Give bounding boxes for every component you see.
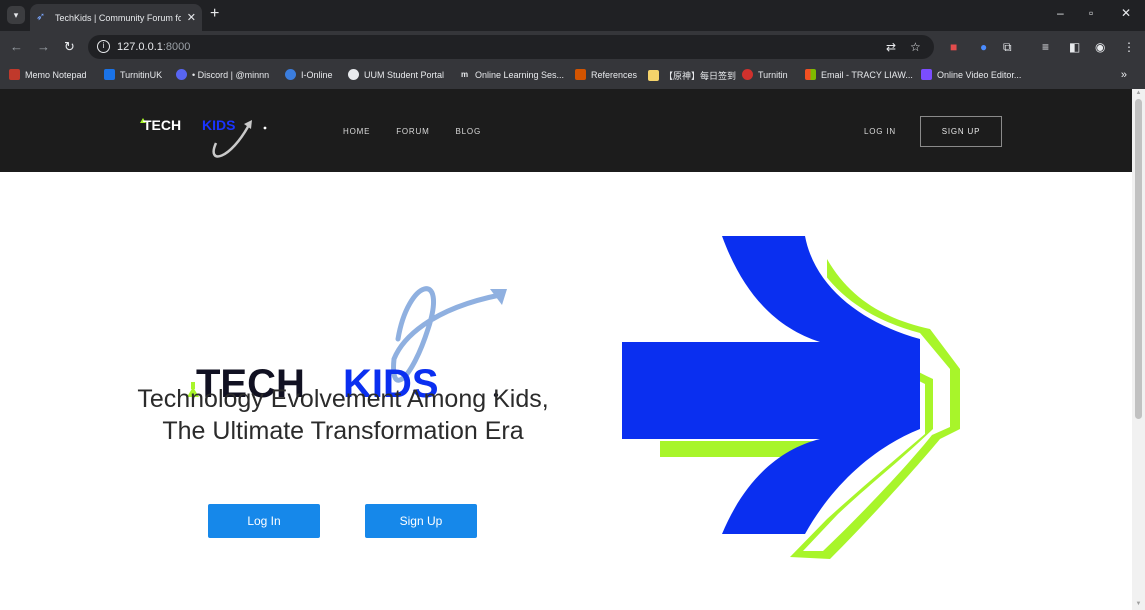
bookmark-turnitinuk[interactable]: TurnitinUK: [104, 69, 162, 80]
new-tab-icon[interactable]: +: [210, 5, 219, 23]
browser-toolbar: ← → ↻ i 127.0.0.1:8000 ⇄ ☆: [0, 31, 1145, 63]
hero-techkids-logo: TECH KIDS: [187, 286, 507, 399]
bookmarks-bar: Memo Notepad TurnitinUK • Discord | @min…: [0, 63, 1145, 89]
turnitin-red-icon: [742, 69, 753, 80]
bookmark-turnitin[interactable]: Turnitin: [742, 69, 788, 80]
minimize-icon[interactable]: –: [1057, 6, 1064, 20]
scroll-down-icon[interactable]: ▼: [1135, 601, 1142, 608]
header-login-link[interactable]: LOG IN: [864, 127, 896, 136]
forward-icon[interactable]: →: [37, 39, 50, 54]
browser-tab-bar: ▾ ➶ TechKids | Community Forum fo ✕ + – …: [0, 0, 1145, 31]
scroll-thumb[interactable]: [1135, 99, 1142, 419]
notepad-icon: [9, 69, 20, 80]
site-header: TECH KIDS HOME FORUM BLOG LOG IN SIGN UP: [0, 89, 1132, 172]
bookmark-uum-portal[interactable]: UUM Student Portal: [348, 69, 444, 80]
bookmark-genshin[interactable]: 【原神】每日签到: [648, 69, 736, 82]
side-panel-icon[interactable]: ◧: [1069, 40, 1080, 54]
bookmark-discord[interactable]: • Discord | @minnn: [176, 69, 269, 80]
genshin-icon: [648, 70, 659, 81]
more-bookmarks-icon[interactable]: »: [1121, 69, 1127, 81]
techkids-favicon-icon: ➶: [36, 11, 46, 23]
media-control-icon[interactable]: ≡: [1042, 40, 1049, 54]
translate-icon[interactable]: ⇄: [886, 40, 896, 54]
extension-red-icon[interactable]: ■: [950, 40, 957, 54]
header-signup-button[interactable]: SIGN UP: [920, 116, 1002, 147]
restore-icon[interactable]: ▫: [1089, 6, 1093, 20]
svg-text:KIDS: KIDS: [202, 117, 235, 133]
moodle-icon: m: [460, 70, 469, 79]
turnitin-icon: [104, 69, 115, 80]
hero-tagline: Technology Evolvement Among Kids, The Ul…: [137, 385, 549, 445]
nav-blog[interactable]: BLOG: [456, 127, 481, 136]
references-icon: [575, 69, 586, 80]
back-icon[interactable]: ←: [10, 39, 23, 54]
techkids-logo[interactable]: TECH KIDS: [138, 103, 288, 163]
discord-icon: [176, 69, 187, 80]
extension-blue-icon[interactable]: ●: [980, 40, 987, 54]
microsoft-icon: [805, 69, 816, 80]
page-scrollbar[interactable]: ▲ ▼: [1132, 89, 1145, 610]
globe-icon: [348, 69, 359, 80]
extensions-puzzle-icon[interactable]: ⧉: [1003, 40, 1012, 55]
bookmark-star-icon[interactable]: ☆: [910, 40, 921, 54]
main-nav: HOME FORUM BLOG: [343, 127, 507, 136]
i-online-icon: [285, 69, 296, 80]
address-bar[interactable]: i 127.0.0.1:8000 ⇄ ☆: [88, 35, 934, 59]
bookmark-memo-notepad[interactable]: Memo Notepad: [9, 69, 87, 80]
page-viewport: TECH KIDS HOME FORUM BLOG LOG IN SIGN UP…: [0, 89, 1132, 610]
nav-home[interactable]: HOME: [343, 127, 370, 136]
site-info-icon[interactable]: i: [97, 40, 110, 53]
hero-arrow-illustration: [622, 236, 960, 559]
bookmark-online-learning[interactable]: m Online Learning Ses...: [459, 69, 564, 80]
browser-tab[interactable]: ➶ TechKids | Community Forum fo ✕: [30, 4, 202, 31]
tab-search-icon[interactable]: ▾: [7, 6, 25, 24]
bookmark-email[interactable]: Email - TRACY LIAW...: [805, 69, 913, 80]
close-window-icon[interactable]: ✕: [1121, 6, 1131, 20]
reload-icon[interactable]: ↻: [64, 39, 75, 55]
scroll-up-icon[interactable]: ▲: [1135, 90, 1142, 97]
tab-title: TechKids | Community Forum fo: [54, 12, 181, 23]
bookmark-i-online[interactable]: I-Online: [285, 69, 333, 80]
url-text: 127.0.0.1:8000: [117, 41, 191, 53]
hero-login-button[interactable]: Log In: [208, 504, 320, 538]
svg-text:TECH: TECH: [143, 117, 181, 133]
bookmark-references[interactable]: References: [575, 69, 637, 80]
hero-signup-button[interactable]: Sign Up: [365, 504, 477, 538]
browser-menu-icon[interactable]: ⋮: [1123, 40, 1135, 54]
bookmark-video-editor[interactable]: Online Video Editor...: [921, 69, 1021, 80]
close-tab-icon[interactable]: ✕: [187, 11, 196, 24]
nav-forum[interactable]: FORUM: [396, 127, 429, 136]
profile-avatar-icon[interactable]: ◉: [1095, 40, 1105, 54]
video-editor-icon: [921, 69, 932, 80]
